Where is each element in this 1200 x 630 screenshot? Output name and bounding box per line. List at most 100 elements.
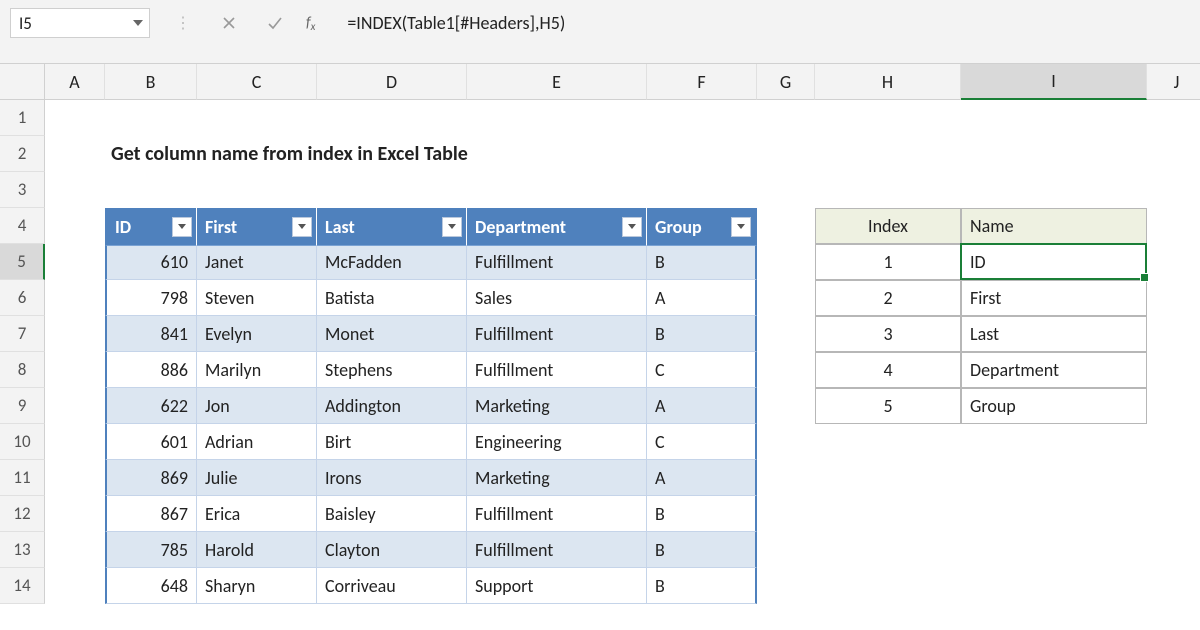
row-header[interactable]: 11 — [0, 460, 45, 496]
select-all-corner[interactable] — [0, 64, 45, 100]
row-header[interactable]: 3 — [0, 172, 45, 208]
lookup-header-name[interactable]: Name — [961, 208, 1147, 244]
col-header-A[interactable]: A — [45, 64, 105, 100]
row-header[interactable]: 2 — [0, 136, 45, 172]
table-cell[interactable]: Sales — [467, 280, 647, 316]
row-header[interactable]: 10 — [0, 424, 45, 460]
col-header-B[interactable]: B — [105, 64, 197, 100]
lookup-header-index[interactable]: Index — [815, 208, 961, 244]
table-cell[interactable]: B — [647, 568, 757, 604]
col-header-J[interactable]: J — [1147, 64, 1200, 100]
table-cell[interactable]: Marketing — [467, 460, 647, 496]
row-header[interactable]: 12 — [0, 496, 45, 532]
table-cell[interactable]: Fulfillment — [467, 532, 647, 568]
table-cell[interactable]: Birt — [317, 424, 467, 460]
table-cell[interactable]: Irons — [317, 460, 467, 496]
lookup-cell[interactable]: 1 — [815, 244, 961, 280]
table-cell[interactable]: Support — [467, 568, 647, 604]
table-cell[interactable]: A — [647, 280, 757, 316]
table-cell[interactable]: C — [647, 424, 757, 460]
table-cell[interactable]: A — [647, 388, 757, 424]
row-header[interactable]: 6 — [0, 280, 45, 316]
table-cell[interactable]: Clayton — [317, 532, 467, 568]
row-header[interactable]: 13 — [0, 532, 45, 568]
table-cell[interactable]: 601 — [105, 424, 197, 460]
filter-icon[interactable] — [622, 217, 642, 237]
table-cell[interactable]: Fulfillment — [467, 244, 647, 280]
col-header-H[interactable]: H — [815, 64, 961, 100]
table-cell[interactable]: 648 — [105, 568, 197, 604]
table-cell[interactable]: Jon — [197, 388, 317, 424]
row-header[interactable]: 1 — [0, 100, 45, 136]
table-cell[interactable]: Stephens — [317, 352, 467, 388]
table-cell[interactable]: Harold — [197, 532, 317, 568]
table-cell[interactable]: Julie — [197, 460, 317, 496]
accept-formula-button[interactable] — [260, 8, 290, 38]
table-cell[interactable]: A — [647, 460, 757, 496]
table-cell[interactable]: Marilyn — [197, 352, 317, 388]
table-header-last[interactable]: Last — [317, 208, 467, 246]
table-header-group[interactable]: Group — [647, 208, 757, 246]
table-cell[interactable]: B — [647, 244, 757, 280]
table-cell[interactable]: Erica — [197, 496, 317, 532]
spreadsheet-grid[interactable]: A B C D E F G H I J 1 2 Get column name … — [0, 64, 1200, 604]
lookup-cell[interactable]: First — [961, 280, 1147, 316]
table-cell[interactable]: 622 — [105, 388, 197, 424]
row-header[interactable]: 8 — [0, 352, 45, 388]
table-cell[interactable]: Engineering — [467, 424, 647, 460]
table-cell[interactable]: Marketing — [467, 388, 647, 424]
table-cell[interactable]: Addington — [317, 388, 467, 424]
lookup-cell[interactable]: ID — [961, 244, 1147, 280]
filter-icon[interactable] — [442, 217, 462, 237]
lookup-cell[interactable]: Department — [961, 352, 1147, 388]
col-header-F[interactable]: F — [647, 64, 757, 100]
table-header-dept[interactable]: Department — [467, 208, 647, 246]
filter-icon[interactable] — [292, 217, 312, 237]
table-header-first[interactable]: First — [197, 208, 317, 246]
table-cell[interactable]: 867 — [105, 496, 197, 532]
row-header[interactable]: 7 — [0, 316, 45, 352]
table-cell[interactable]: 841 — [105, 316, 197, 352]
lookup-cell[interactable]: Last — [961, 316, 1147, 352]
table-cell[interactable]: B — [647, 496, 757, 532]
filter-icon[interactable] — [731, 217, 751, 237]
table-cell[interactable]: Janet — [197, 244, 317, 280]
table-cell[interactable]: Baisley — [317, 496, 467, 532]
table-header-id[interactable]: ID — [105, 208, 197, 246]
table-cell[interactable]: B — [647, 532, 757, 568]
filter-icon[interactable] — [172, 217, 192, 237]
lookup-cell[interactable]: 2 — [815, 280, 961, 316]
table-cell[interactable]: Fulfillment — [467, 352, 647, 388]
table-cell[interactable]: 785 — [105, 532, 197, 568]
lookup-cell[interactable]: 4 — [815, 352, 961, 388]
table-cell[interactable]: 610 — [105, 244, 197, 280]
table-cell[interactable]: 798 — [105, 280, 197, 316]
chevron-down-icon[interactable] — [133, 20, 143, 26]
table-cell[interactable]: Adrian — [197, 424, 317, 460]
table-cell[interactable]: Fulfillment — [467, 316, 647, 352]
cancel-formula-button[interactable] — [214, 8, 244, 38]
col-header-I[interactable]: I — [961, 64, 1147, 100]
table-cell[interactable]: Monet — [317, 316, 467, 352]
lookup-cell[interactable]: 5 — [815, 388, 961, 424]
table-cell[interactable]: Batista — [317, 280, 467, 316]
table-cell[interactable]: Sharyn — [197, 568, 317, 604]
table-cell[interactable]: McFadden — [317, 244, 467, 280]
formula-input[interactable]: =INDEX(Table1[#Headers],H5) — [339, 8, 1190, 38]
fx-icon[interactable]: fx — [306, 14, 321, 32]
row-header[interactable]: 9 — [0, 388, 45, 424]
table-cell[interactable]: Fulfillment — [467, 496, 647, 532]
row-header[interactable]: 14 — [0, 568, 45, 604]
table-cell[interactable]: Evelyn — [197, 316, 317, 352]
row-header[interactable]: 4 — [0, 208, 45, 244]
col-header-C[interactable]: C — [197, 64, 317, 100]
col-header-E[interactable]: E — [467, 64, 647, 100]
table-cell[interactable]: 886 — [105, 352, 197, 388]
table-cell[interactable]: B — [647, 316, 757, 352]
table-cell[interactable]: C — [647, 352, 757, 388]
row-header[interactable]: 5 — [0, 244, 45, 280]
lookup-cell[interactable]: Group — [961, 388, 1147, 424]
col-header-D[interactable]: D — [317, 64, 467, 100]
name-box[interactable]: I5 — [10, 8, 150, 38]
table-cell[interactable]: Corriveau — [317, 568, 467, 604]
